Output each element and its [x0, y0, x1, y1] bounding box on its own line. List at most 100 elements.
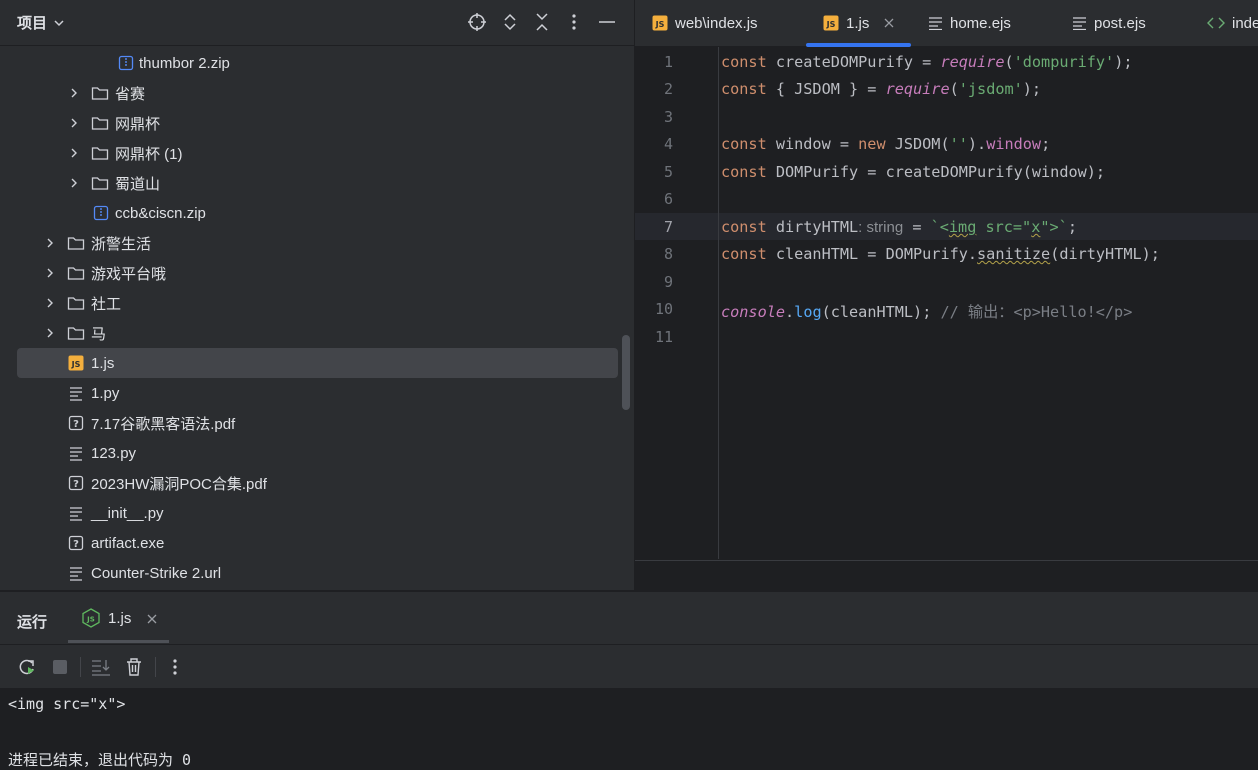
console-output[interactable]: <img src="x"> 进程已结束，退出代码为 0: [0, 688, 1258, 769]
tab-label: web\index.js: [675, 14, 758, 32]
folder-icon: [91, 84, 109, 102]
svg-text:JS: JS: [86, 616, 95, 624]
project-title: 项目: [17, 15, 48, 32]
folder-icon: [91, 114, 109, 132]
tree-item-label: 省赛: [115, 85, 146, 103]
rerun-icon[interactable]: [15, 655, 39, 679]
code-line-10: console.log(cleanHTML); // 输出：<p>Hello!<…: [721, 303, 1133, 321]
tree-item[interactable]: ? artifact.exe: [0, 528, 620, 558]
tree-item[interactable]: __init__.py: [0, 498, 620, 528]
text-file-icon: [1073, 17, 1086, 30]
tab-1-js[interactable]: JS 1.js: [806, 0, 911, 47]
tree-item[interactable]: thumbor 2.zip: [0, 48, 620, 78]
stop-icon[interactable]: [48, 655, 72, 679]
tree-scrollbar[interactable]: [622, 335, 630, 410]
more-options-icon[interactable]: [163, 655, 187, 679]
run-tab-1-js[interactable]: JS 1.js: [68, 592, 169, 643]
tree-item[interactable]: Counter-Strike 2.url: [0, 558, 620, 588]
archive-icon: [117, 54, 135, 72]
run-toolbar: [0, 644, 1258, 688]
chevron-right-icon[interactable]: [42, 265, 58, 281]
project-view-selector[interactable]: 项目: [17, 12, 65, 33]
text-file-icon: [67, 504, 85, 522]
tab-home-ejs[interactable]: home.ejs: [928, 0, 1011, 46]
line-number: 2: [663, 80, 673, 98]
console-line: <img src="x">: [8, 695, 126, 713]
line-number: 9: [663, 273, 673, 291]
nodejs-icon: JS: [82, 608, 100, 628]
chevron-right-icon[interactable]: [42, 295, 58, 311]
collapse-all-icon[interactable]: [530, 10, 554, 34]
project-panel: 项目 thumbor 2.zip 省赛 网鼎杯 网鼎杯 (1) 蜀道山 ccb&…: [0, 0, 635, 590]
line-number: 11: [654, 328, 673, 346]
tree-item-label: __init__.py: [91, 504, 164, 522]
expand-all-icon[interactable]: [498, 10, 522, 34]
chevron-right-icon[interactable]: [42, 235, 58, 251]
tree-item-label: 123.py: [91, 444, 137, 462]
chevron-right-icon[interactable]: [42, 325, 58, 341]
line-number: 6: [663, 190, 673, 208]
tree-item[interactable]: ? 2023HW漏洞POC合集.pdf: [0, 468, 620, 498]
code-editor[interactable]: 1 2 3 4 5 6 7 8 9 10 11 const createDOMP…: [635, 47, 1258, 559]
editor-tab-bar: JS web\index.js JS 1.js home.ejs post.ej…: [635, 0, 1258, 47]
tree-item[interactable]: 马: [0, 318, 620, 348]
tree-item[interactable]: 游戏平台哦: [0, 258, 620, 288]
tree-item[interactable]: 省赛: [0, 78, 620, 108]
tab-index-html[interactable]: inde: [1207, 0, 1258, 46]
close-icon[interactable]: [884, 18, 894, 28]
js-file-icon: JS: [823, 15, 839, 31]
scroll-to-end-icon[interactable]: [89, 655, 113, 679]
tree-item-selected[interactable]: JS 1.js: [17, 348, 618, 378]
line-number-current: 7: [663, 218, 673, 236]
tree-item-label: 马: [91, 325, 107, 343]
trash-icon[interactable]: [122, 655, 146, 679]
chevron-right-icon[interactable]: [66, 175, 82, 191]
line-number-gutter: 1 2 3 4 5 6 7 8 9 10 11: [635, 47, 719, 559]
html-file-icon: [1207, 17, 1225, 29]
svg-text:JS: JS: [655, 20, 665, 29]
tab-post-ejs[interactable]: post.ejs: [1072, 0, 1146, 46]
tab-label: post.ejs: [1094, 14, 1146, 32]
toolbar-separator: [80, 657, 81, 677]
tree-item-label: Counter-Strike 2.url: [91, 564, 222, 582]
tree-item[interactable]: 蜀道山: [0, 168, 620, 198]
tree-item-label: 社工: [91, 295, 122, 313]
folder-icon: [67, 234, 85, 252]
console-line: 进程已结束，退出代码为 0: [8, 751, 192, 769]
hide-panel-icon[interactable]: [595, 10, 619, 34]
chevron-right-icon[interactable]: [66, 145, 82, 161]
js-file-icon: JS: [67, 354, 85, 372]
run-panel: 运行 JS 1.js <img src="x"> 进程已结束，退出代码为 0: [0, 591, 1258, 769]
toolbar-separator: [155, 657, 156, 677]
tab-label: inde: [1232, 14, 1258, 32]
code-line-8: const cleanHTML = DOMPurify.sanitize(dir…: [721, 245, 1160, 263]
more-options-icon[interactable]: [562, 10, 586, 34]
tab-label: home.ejs: [950, 14, 1011, 32]
tree-item[interactable]: ? 7.17谷歌黑客语法.pdf: [0, 408, 620, 438]
svg-text:JS: JS: [826, 20, 836, 29]
tree-item[interactable]: 1.py: [0, 378, 620, 408]
run-panel-title: 运行: [17, 614, 48, 631]
line-number: 5: [663, 163, 673, 181]
tree-item[interactable]: ccb&ciscn.zip: [0, 198, 620, 228]
text-file-icon: [67, 384, 85, 402]
tab-web-index-js[interactable]: JS web\index.js: [652, 0, 758, 46]
tree-item-label: 浙警生活: [91, 235, 152, 253]
tree-item[interactable]: 浙警生活: [0, 228, 620, 258]
chevron-right-icon[interactable]: [66, 115, 82, 131]
svg-text:JS: JS: [71, 360, 81, 369]
text-file-icon: [929, 17, 942, 30]
close-icon[interactable]: [147, 614, 157, 624]
locate-file-icon[interactable]: [465, 10, 489, 34]
tree-item-label: 游戏平台哦: [91, 265, 167, 283]
svg-text:?: ?: [73, 539, 79, 550]
project-header: 项目: [0, 0, 634, 46]
chevron-right-icon[interactable]: [66, 85, 82, 101]
tab-label: 1.js: [846, 14, 870, 32]
tree-item[interactable]: 123.py: [0, 438, 620, 468]
tree-item[interactable]: 网鼎杯: [0, 108, 620, 138]
tree-item[interactable]: 网鼎杯 (1): [0, 138, 620, 168]
line-number: 4: [663, 135, 673, 153]
tree-item-label: thumbor 2.zip: [139, 54, 230, 72]
tree-item[interactable]: 社工: [0, 288, 620, 318]
